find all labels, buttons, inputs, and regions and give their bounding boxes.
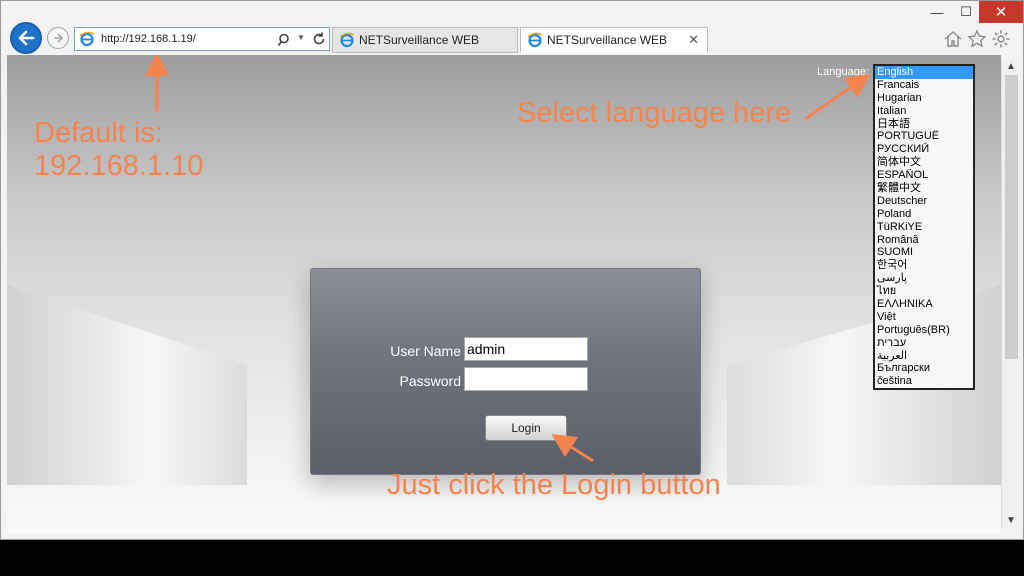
- chevron-down-icon[interactable]: ▼: [297, 33, 305, 42]
- tab-netsurveillance-2[interactable]: NETSurveillance WEB ✕: [520, 27, 708, 53]
- background-wall-left: [7, 285, 247, 485]
- username-label: User Name: [390, 343, 461, 359]
- tab-label: NETSurveillance WEB: [547, 33, 668, 47]
- annotation-select-language: Select language here: [517, 97, 792, 129]
- language-option[interactable]: Italian: [875, 105, 973, 118]
- vertical-scrollbar[interactable]: ▲ ▼: [1001, 59, 1021, 529]
- username-input[interactable]: [464, 337, 588, 361]
- minimize-button[interactable]: —: [921, 1, 953, 23]
- language-option[interactable]: 繁體中文: [875, 182, 973, 195]
- password-label: Password: [399, 373, 461, 389]
- language-option[interactable]: TüRKiYE: [875, 221, 973, 234]
- arrow-to-language: [804, 73, 871, 121]
- ie-page-icon: [527, 32, 543, 48]
- close-tab-icon[interactable]: ✕: [688, 32, 699, 48]
- page-viewport: User Name Password Login Language: Engli…: [7, 55, 1001, 533]
- tab-label: NETSurveillance WEB: [359, 33, 480, 47]
- language-option[interactable]: Poland: [875, 208, 973, 221]
- language-option[interactable]: ESPAÑOL: [875, 169, 973, 182]
- language-option[interactable]: SUOMI: [875, 246, 973, 259]
- chevron-down-icon[interactable]: ▼: [1006, 515, 1016, 526]
- arrow-left-icon: [18, 30, 35, 46]
- gear-icon[interactable]: [991, 29, 1011, 49]
- language-option[interactable]: Română: [875, 234, 973, 247]
- chevron-up-icon[interactable]: ▲: [1006, 61, 1016, 72]
- language-option[interactable]: Български: [875, 362, 973, 375]
- home-icon[interactable]: [943, 29, 963, 49]
- tab-netsurveillance-1[interactable]: NETSurveillance WEB: [332, 27, 518, 53]
- scrollbar-thumb[interactable]: [1005, 75, 1018, 359]
- close-window-button[interactable]: ✕: [979, 1, 1023, 23]
- language-option[interactable]: العربية: [875, 350, 973, 363]
- ie-page-icon: [339, 32, 355, 48]
- language-option[interactable]: Deutscher: [875, 195, 973, 208]
- forward-button[interactable]: [47, 27, 69, 49]
- language-option[interactable]: ΕΛΛΗΝΙΚΑ: [875, 298, 973, 311]
- refresh-icon[interactable]: [311, 31, 327, 47]
- address-bar[interactable]: ▼: [74, 27, 330, 51]
- language-option[interactable]: Português(BR): [875, 324, 973, 337]
- browser-chrome: — ☐ ✕ ▼ NETSurveillance WEB NETSurveilla…: [1, 1, 1023, 55]
- language-option[interactable]: עברית: [875, 337, 973, 350]
- star-icon[interactable]: [967, 29, 987, 49]
- language-select[interactable]: English Francais Hugarian Italian 日本語 PORTUGU…: [873, 64, 975, 390]
- language-option[interactable]: English: [875, 66, 973, 79]
- login-button[interactable]: Login: [485, 415, 567, 441]
- annotation-login-hint: Just click the Login button: [387, 469, 721, 501]
- annotation-default-ip: Default is: 192.168.1.10: [34, 117, 204, 182]
- language-option[interactable]: 日本語: [875, 118, 973, 131]
- language-option[interactable]: PORTUGUÊ: [875, 130, 973, 143]
- language-option[interactable]: ไทย: [875, 285, 973, 298]
- language-option[interactable]: Việt: [875, 311, 973, 324]
- language-option[interactable]: 한국어: [875, 259, 973, 272]
- bottom-bar: [0, 540, 1024, 576]
- language-option[interactable]: РУССКИЙ: [875, 143, 973, 156]
- url-input[interactable]: [101, 33, 271, 45]
- maximize-button[interactable]: ☐: [953, 1, 979, 23]
- language-option[interactable]: پارسی: [875, 272, 973, 285]
- password-input[interactable]: [464, 367, 588, 391]
- arrow-right-icon: [54, 33, 64, 43]
- browser-window: — ☐ ✕ ▼ NETSurveillance WEB NETSurveilla…: [0, 0, 1024, 540]
- language-option[interactable]: čeština: [875, 375, 973, 388]
- language-option[interactable]: Hugarian: [875, 92, 973, 105]
- language-option[interactable]: 简体中文: [875, 156, 973, 169]
- ie-page-icon: [79, 31, 95, 47]
- search-icon[interactable]: [277, 32, 293, 48]
- login-panel: User Name Password Login: [310, 268, 701, 475]
- back-button[interactable]: [10, 22, 42, 54]
- language-label: Language:: [817, 66, 869, 78]
- language-option[interactable]: Francais: [875, 79, 973, 92]
